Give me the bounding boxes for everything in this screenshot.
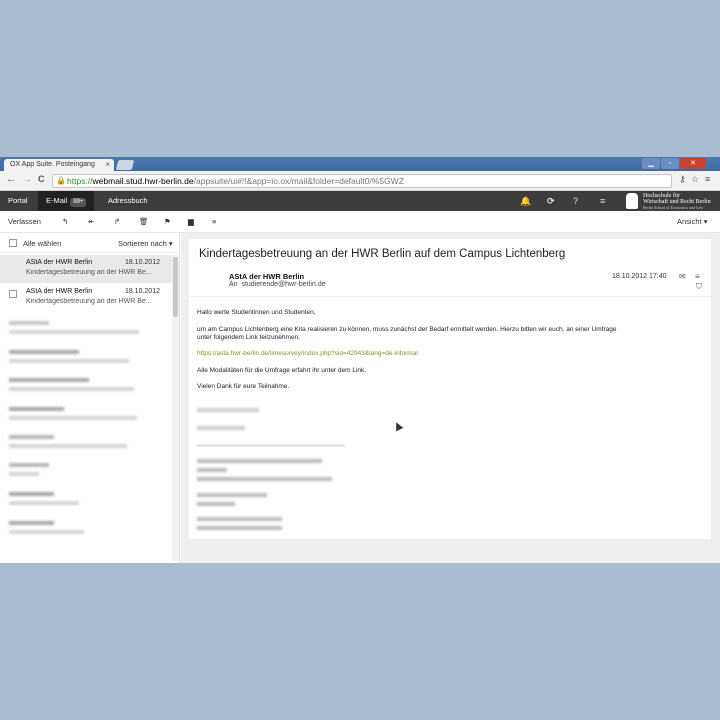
reply-all-icon[interactable]: ↞	[88, 216, 94, 228]
to-label: An	[229, 281, 238, 288]
tab-email-label: E-Mail	[46, 196, 68, 205]
mail-paragraph-2: Alle Modalitäten für die Umfrage erfahrt…	[197, 367, 367, 374]
view-label: Ansicht	[677, 217, 702, 226]
mail-list-header: Alle wählen Sortieren nach ▾	[0, 233, 179, 253]
menu-icon[interactable]: ≡	[705, 174, 710, 184]
header-divider	[189, 296, 711, 297]
maximize-icon[interactable]: ▫	[661, 158, 679, 169]
blurred-row[interactable]	[9, 521, 164, 541]
mail-from: AStA der HWR Berlin	[26, 259, 93, 266]
blurred-row[interactable]	[9, 378, 164, 398]
settings-menu-icon[interactable]: ≡	[600, 195, 605, 207]
list-item[interactable]: AStA der HWR Berlin 18.10.2012 Kindertag…	[0, 255, 172, 283]
select-all-label[interactable]: Alle wählen	[23, 239, 61, 248]
to-value[interactable]: studierende@hwr-berlin.de	[241, 281, 325, 288]
mail-paragraph: um am Campus Lichtenberg eine Kita reali…	[197, 326, 617, 333]
url-field[interactable]: 🔒 https://webmail.stud.hwr-berlin.de/app…	[52, 174, 672, 188]
blurred-row[interactable]	[9, 407, 164, 427]
mail-paragraph-cont: unter folgendem Link teilzunehmen.	[197, 334, 300, 341]
scrollbar-thumb[interactable]	[173, 257, 178, 317]
tab-portal[interactable]: Portal	[8, 191, 28, 211]
url-host: webmail.stud.hwr-berlin.de	[92, 176, 194, 186]
url-scheme: https://	[67, 176, 93, 186]
bell-icon[interactable]: 🔔	[520, 195, 531, 207]
help-icon[interactable]: ?	[573, 195, 578, 207]
mail-from: AStA der HWR Berlin	[26, 288, 93, 295]
blurred-row[interactable]	[9, 492, 164, 512]
archive-icon[interactable]: ▆	[188, 216, 194, 228]
hwr-logo-text: Hochschule für Wirtschaft und Recht Berl…	[643, 193, 711, 211]
envelope-icon[interactable]: ✉	[679, 272, 686, 282]
app-navigation-bar: Portal E-Mail 99+ Adressbuch 🔔 ⟳ ? ≡ Hoch…	[0, 191, 720, 211]
address-bar: ← → C 🔒 https://webmail.stud.hwr-berlin.…	[0, 171, 720, 191]
bookmark-icon[interactable]: ⛉	[696, 282, 702, 292]
blurred-row[interactable]	[9, 321, 164, 341]
refresh-icon[interactable]: ⟳	[547, 195, 555, 207]
lock-icon: 🔒	[56, 176, 66, 185]
mail-subject: Kindertagesbetreuung an der HWR Be...	[26, 298, 152, 305]
select-all-checkbox[interactable]	[9, 239, 17, 247]
reading-pane: Kindertagesbetreuung an der HWR Berlin a…	[181, 233, 720, 563]
mail-thanks: Vielen Dank für eure Teilnahme.	[197, 383, 290, 390]
browser-window: OX App Suite. Posteingang × ▁ ▫ ✕ ← → C …	[0, 157, 720, 563]
mail-menu-icon[interactable]: ≡	[695, 272, 700, 282]
hwr-bear-logo-icon	[626, 193, 638, 209]
close-window-icon[interactable]: ✕	[680, 158, 706, 169]
sort-dropdown[interactable]: Sortieren nach ▾	[118, 239, 173, 248]
mail-date: 18.10.2012	[124, 288, 160, 295]
new-tab-button[interactable]	[115, 160, 135, 170]
mail-subject: Kindertagesbetreuung an der HWR Be...	[26, 269, 152, 276]
mail-date: 18.10.2012	[124, 259, 160, 266]
unread-badge: 99+	[70, 198, 87, 207]
flag-icon[interactable]: ⚑	[164, 216, 171, 228]
reload-icon[interactable]: C	[38, 174, 45, 184]
more-actions-icon[interactable]: ≡	[212, 216, 216, 228]
mail-checkbox[interactable]	[9, 290, 17, 298]
tab-addressbook[interactable]: Adressbuch	[108, 191, 148, 211]
mail-detail-date: 18.10.2012 17:40	[612, 273, 667, 280]
forward-icon[interactable]: →	[22, 174, 32, 185]
list-item[interactable]: AStA der HWR Berlin 18.10.2012 Kindertag…	[0, 284, 172, 312]
browser-tab[interactable]: OX App Suite. Posteingang ×	[4, 159, 114, 171]
back-icon[interactable]: ←	[6, 174, 16, 185]
mail-toolbar: Verlassen ↰ ↞ ↱ 🗑 ⚑ ▆ ≡ Ansicht ▾	[0, 211, 720, 233]
sort-label: Sortieren nach	[118, 239, 167, 248]
mail-detail-subject: Kindertagesbetreuung an der HWR Berlin a…	[199, 248, 566, 260]
url-path: /appsuite/ui#!!&app=io.ox/mail&folder=de…	[193, 176, 404, 186]
browser-titlebar: OX App Suite. Posteingang × ▁ ▫ ✕	[0, 157, 720, 171]
reply-icon[interactable]: ↰	[62, 216, 68, 228]
mail-list-pane: Alle wählen Sortieren nach ▾ AStA der HW…	[0, 233, 180, 563]
forward-mail-icon[interactable]: ↱	[114, 216, 120, 228]
mail-detail-recipient: An studierende@hwr-berlin.de	[229, 281, 326, 288]
tab-email[interactable]: E-Mail 99+	[38, 191, 95, 211]
blurred-row[interactable]	[9, 463, 164, 483]
delete-icon[interactable]: 🗑	[139, 216, 149, 228]
star-icon[interactable]: ☆	[691, 174, 699, 185]
key-icon[interactable]: ⚷	[679, 174, 686, 185]
mail-detail-sender[interactable]: AStA der HWR Berlin	[229, 272, 304, 281]
leave-button[interactable]: Verlassen	[8, 216, 41, 228]
tab-title: OX App Suite. Posteingang	[10, 161, 95, 168]
mail-detail: Kindertagesbetreuung an der HWR Berlin a…	[189, 239, 711, 539]
view-dropdown[interactable]: Ansicht ▾	[677, 216, 707, 228]
minimize-icon[interactable]: ▁	[642, 158, 660, 169]
survey-link[interactable]: https://asta.hwr-berlin.de/limesurvey/in…	[197, 350, 418, 358]
mouse-cursor-icon	[392, 420, 404, 432]
mail-list-scrollbar[interactable]	[172, 255, 179, 561]
mail-greeting: Hallo werte Studentinnen und Studenten,	[197, 309, 316, 316]
blurred-row[interactable]	[9, 350, 164, 370]
blurred-row[interactable]	[9, 435, 164, 455]
tab-close-icon[interactable]: ×	[105, 160, 110, 169]
